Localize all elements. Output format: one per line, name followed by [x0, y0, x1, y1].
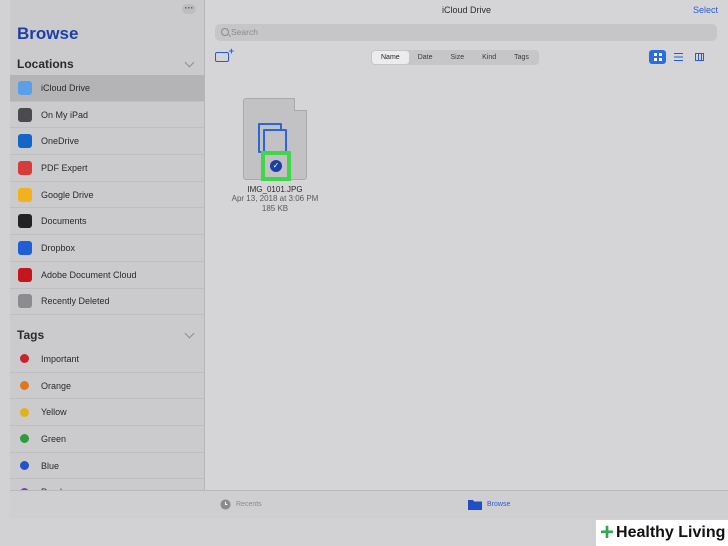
select-button[interactable]: Select [693, 5, 718, 15]
healthy-living-watermark: + Healthy Living [596, 520, 728, 546]
selection-highlight: ✓ [261, 151, 291, 181]
sidebar-item-label: Dropbox [41, 242, 76, 253]
pdf-expert-icon [18, 160, 32, 175]
sort-segmented-control: Name Date Size Kind Tags [371, 50, 539, 65]
file-thumbnail[interactable]: ✓ [243, 98, 307, 181]
sidebar-item-label: Recently Deleted [41, 296, 110, 307]
file-name: IMG_0101.JPG [247, 185, 303, 194]
icon-view-button[interactable] [649, 50, 666, 64]
tab-recents-label: Recents [236, 501, 262, 508]
folder-icon [468, 500, 482, 510]
tag-color-dot-icon [20, 434, 29, 444]
sort-name[interactable]: Name [372, 51, 409, 64]
tag-item-important[interactable]: Important [10, 346, 204, 373]
documents-icon [18, 214, 32, 229]
tag-item-purple[interactable]: Purple [10, 479, 204, 490]
locations-header[interactable]: Locations [17, 57, 74, 71]
sidebar-item-label: OneDrive [41, 136, 80, 147]
grid-icon [654, 53, 662, 61]
sidebar: ··· Browse Locations iCloud Drive On My i… [10, 0, 205, 490]
tag-label: Green [41, 433, 67, 444]
onedrive-icon [18, 134, 32, 149]
watermark-text: Healthy Living [616, 524, 726, 541]
sidebar-item-onedrive[interactable]: OneDrive [10, 128, 204, 156]
locations-list: iCloud Drive On My iPad OneDrive PDF Expert… [10, 75, 204, 316]
column-view-button[interactable] [691, 50, 708, 64]
ipad-icon [18, 107, 32, 122]
file-size: 185 KB [261, 204, 289, 213]
checkmark-icon[interactable]: ✓ [270, 160, 282, 172]
google-drive-icon [18, 187, 32, 202]
sidebar-item-dropbox[interactable]: Dropbox [10, 235, 204, 262]
tag-label: Orange [41, 380, 72, 391]
tag-item-green[interactable]: Green [10, 426, 204, 453]
plus-logo-icon: + [600, 519, 615, 546]
sidebar-item-label: Adobe Document Cloud [41, 269, 137, 280]
sidebar-item-icloud-drive[interactable]: iCloud Drive [10, 75, 204, 102]
sort-kind[interactable]: Kind [473, 51, 505, 64]
trash-icon [18, 294, 32, 309]
tag-color-dot-icon [20, 381, 29, 391]
tab-browse-label: Browse [487, 501, 511, 508]
adobe-icon [18, 267, 32, 282]
clock-icon [220, 499, 231, 510]
sidebar-item-recently-deleted[interactable]: Recently Deleted [10, 289, 204, 316]
sort-date[interactable]: Date [409, 51, 442, 64]
sidebar-item-label: iCloud Drive [41, 82, 91, 93]
tab-recents[interactable]: Recents [220, 499, 262, 510]
tag-item-blue[interactable]: Blue [10, 453, 204, 480]
files-app: ··· Browse Locations iCloud Drive On My i… [10, 0, 728, 519]
search-field[interactable]: Search [215, 24, 717, 41]
tab-bar: Recents Browse [10, 490, 728, 519]
more-options-button[interactable]: ··· [182, 4, 196, 14]
search-placeholder: Search [231, 27, 258, 37]
tag-label: Yellow [41, 407, 67, 418]
tag-color-dot-icon [20, 354, 29, 364]
view-mode-switcher [649, 50, 708, 64]
sidebar-item-pdf-expert[interactable]: PDF Expert [10, 155, 204, 182]
sidebar-item-on-my-ipad[interactable]: On My iPad [10, 102, 204, 129]
tag-item-yellow[interactable]: Yellow [10, 399, 204, 427]
file-item[interactable]: ✓ IMG_0101.JPG Apr 13, 2018 at 3:06 PM 1… [215, 98, 335, 214]
sidebar-item-label: Documents [41, 216, 87, 227]
new-folder-icon[interactable] [215, 46, 234, 62]
page-fold [294, 98, 307, 111]
tag-label: Blue [41, 460, 60, 471]
list-view-button[interactable] [670, 50, 687, 64]
tag-item-orange[interactable]: Orange [10, 373, 204, 400]
sidebar-item-documents[interactable]: Documents [10, 208, 204, 236]
sort-size[interactable]: Size [441, 51, 473, 64]
tags-header[interactable]: Tags [17, 328, 44, 342]
columns-icon [695, 53, 704, 61]
sidebar-item-label: On My iPad [41, 109, 89, 120]
locations-collapse-chevron-icon[interactable] [184, 57, 195, 68]
sort-tags[interactable]: Tags [505, 51, 538, 64]
list-icon [674, 53, 683, 61]
sidebar-item-label: PDF Expert [41, 162, 88, 173]
icloud-icon [18, 80, 32, 95]
sidebar-item-label: Google Drive [41, 189, 94, 200]
dropbox-icon [18, 240, 32, 255]
tags-collapse-chevron-icon[interactable] [184, 328, 195, 339]
tag-label: Important [41, 353, 80, 364]
tag-color-dot-icon [20, 461, 29, 471]
sidebar-item-adobe-document-cloud[interactable]: Adobe Document Cloud [10, 262, 204, 289]
search-icon [221, 28, 229, 36]
tag-color-dot-icon [20, 407, 29, 417]
main-pane: iCloud Drive Select Search NameDateSizeK… [205, 0, 728, 490]
folder-title: iCloud Drive [441, 5, 492, 15]
browse-title: Browse [17, 24, 79, 43]
file-date: Apr 13, 2018 at 3:06 PM [231, 194, 319, 203]
sidebar-item-google-drive[interactable]: Google Drive [10, 182, 204, 209]
tags-list: Important Orange Yellow Green Blue Purple [10, 346, 204, 490]
tab-browse[interactable]: Browse [468, 499, 510, 510]
